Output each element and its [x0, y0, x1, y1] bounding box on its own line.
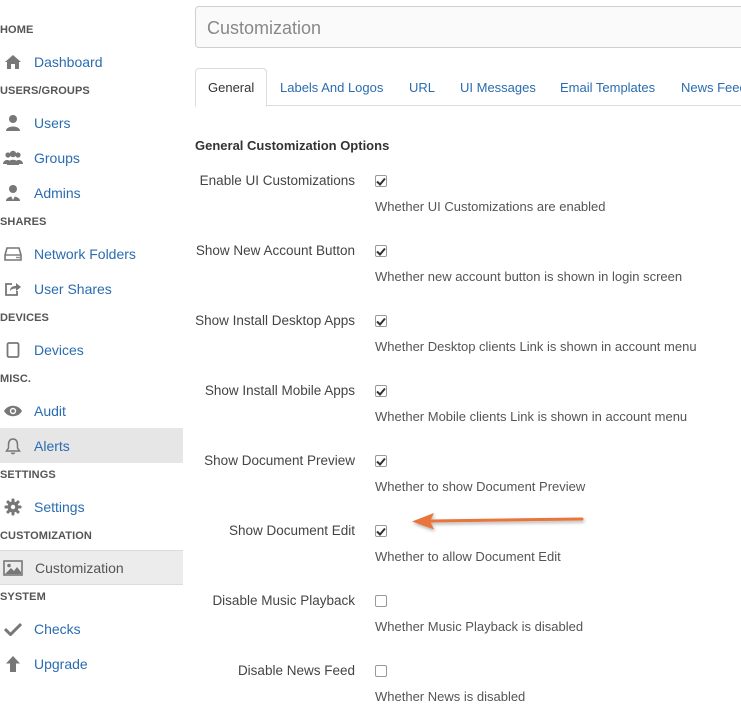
- section-customization: CUSTOMIZATION: [0, 530, 92, 542]
- tab-news-feed[interactable]: News Feed: [681, 68, 741, 106]
- sidebar-item-devices[interactable]: Devices: [0, 332, 183, 367]
- user-icon: [3, 113, 23, 133]
- sidebar-item-label: Alerts: [34, 437, 70, 454]
- option-label: Disable Music Playback: [212, 593, 355, 608]
- sidebar-item-admins[interactable]: Admins: [0, 175, 183, 210]
- option-label: Disable News Feed: [237, 663, 355, 678]
- option-description: Whether new account button is shown in l…: [375, 269, 683, 284]
- sidebar-item-user-shares[interactable]: User Shares: [0, 271, 183, 306]
- tab-url[interactable]: URL: [409, 68, 435, 106]
- option-label: Show New Account Button: [195, 243, 355, 258]
- option-label: Show Document Preview: [204, 453, 355, 468]
- option-checkbox[interactable]: [375, 315, 387, 327]
- option-description: Whether Mobile clients Link is shown in …: [375, 409, 688, 424]
- option-checkbox[interactable]: [375, 595, 387, 607]
- bell-icon: [3, 436, 23, 456]
- checkmark-icon: [376, 387, 386, 396]
- checkmark-icon: [376, 177, 386, 186]
- arrow-up-icon: [3, 654, 23, 674]
- sidebar-item-dashboard[interactable]: Dashboard: [0, 44, 183, 79]
- sidebar-item-label: Users: [34, 114, 71, 131]
- check-icon: [3, 619, 23, 639]
- option-description: Whether Desktop clients Link is shown in…: [375, 339, 697, 354]
- sidebar-item-label: Customization: [35, 559, 124, 576]
- sidebar-item-audit[interactable]: Audit: [0, 393, 183, 428]
- option-label: Show Document Edit: [228, 523, 355, 538]
- sidebar-item-label: Audit: [34, 402, 66, 419]
- section-users-groups: USERS/GROUPS: [0, 85, 90, 97]
- tab-labels-and-logos[interactable]: Labels And Logos: [280, 68, 383, 106]
- sidebar-item-label: Upgrade: [34, 655, 88, 672]
- home-icon: [3, 52, 23, 72]
- gear-icon: [3, 497, 23, 517]
- section-devices: DEVICES: [0, 312, 49, 324]
- sidebar-item-customization[interactable]: Customization: [0, 550, 183, 585]
- sidebar-item-label: Devices: [34, 341, 84, 358]
- checkmark-icon: [376, 527, 386, 536]
- option-description: Whether News is disabled: [375, 689, 526, 704]
- option-checkbox[interactable]: [375, 455, 387, 467]
- option-description: Whether to show Document Preview: [375, 479, 586, 494]
- tab-bar: General Labels And Logos URL UI Messages…: [195, 68, 741, 107]
- sidebar-item-groups[interactable]: Groups: [0, 140, 183, 175]
- sidebar-item-label: Groups: [34, 149, 80, 166]
- option-checkbox[interactable]: [375, 525, 387, 537]
- option-description: Whether Music Playback is disabled: [375, 619, 584, 634]
- eye-icon: [3, 401, 23, 421]
- section-system: SYSTEM: [0, 591, 46, 603]
- option-checkbox[interactable]: [375, 385, 387, 397]
- option-description: Whether UI Customizations are enabled: [375, 199, 606, 214]
- option-checkbox[interactable]: [375, 175, 387, 187]
- section-shares: SHARES: [0, 216, 47, 228]
- sidebar-item-label: Settings: [34, 498, 85, 515]
- section-settings: SETTINGS: [0, 469, 56, 481]
- annotation-arrow: [412, 513, 584, 530]
- sidebar-item-label: Checks: [34, 620, 81, 637]
- page-title: Customization: [207, 18, 322, 38]
- admin-icon: [3, 183, 23, 203]
- section-title: General Customization Options: [195, 138, 390, 153]
- share-icon: [3, 279, 23, 299]
- section-home: HOME: [0, 24, 34, 36]
- option-label: Show Install Mobile Apps: [204, 383, 355, 398]
- sidebar-item-network-folders[interactable]: Network Folders: [0, 236, 183, 271]
- option-description: Whether to allow Document Edit: [375, 549, 561, 564]
- tablet-icon: [3, 340, 23, 360]
- section-misc: MISC.: [0, 373, 32, 385]
- tab-email-templates[interactable]: Email Templates: [560, 68, 655, 106]
- sidebar-item-upgrade[interactable]: Upgrade: [0, 646, 183, 681]
- option-checkbox[interactable]: [375, 665, 387, 677]
- sidebar-item-label: Dashboard: [34, 53, 103, 70]
- checkmark-icon: [376, 457, 386, 466]
- group-icon: [3, 148, 23, 168]
- tab-general[interactable]: General: [195, 68, 268, 107]
- sidebar-item-label: User Shares: [34, 280, 112, 297]
- checkmark-icon: [376, 317, 386, 326]
- hard-drive-icon: [3, 244, 23, 264]
- sidebar-item-label: Network Folders: [34, 245, 136, 262]
- option-checkbox[interactable]: [375, 245, 387, 257]
- option-label: Show Install Desktop Apps: [195, 313, 355, 328]
- sidebar-item-settings[interactable]: Settings: [0, 489, 183, 524]
- tab-ui-messages[interactable]: UI Messages: [460, 68, 536, 106]
- sidebar-item-checks[interactable]: Checks: [0, 611, 183, 646]
- checkmark-icon: [376, 247, 386, 256]
- image-icon: [3, 558, 23, 578]
- page-header: Customization: [195, 6, 741, 48]
- sidebar: HOME Dashboard USERS/GROUPS Users Groups…: [0, 0, 183, 719]
- option-label: Enable UI Customizations: [199, 173, 355, 188]
- sidebar-item-users[interactable]: Users: [0, 105, 183, 140]
- sidebar-item-label: Admins: [34, 184, 81, 201]
- sidebar-item-alerts[interactable]: Alerts: [0, 428, 183, 463]
